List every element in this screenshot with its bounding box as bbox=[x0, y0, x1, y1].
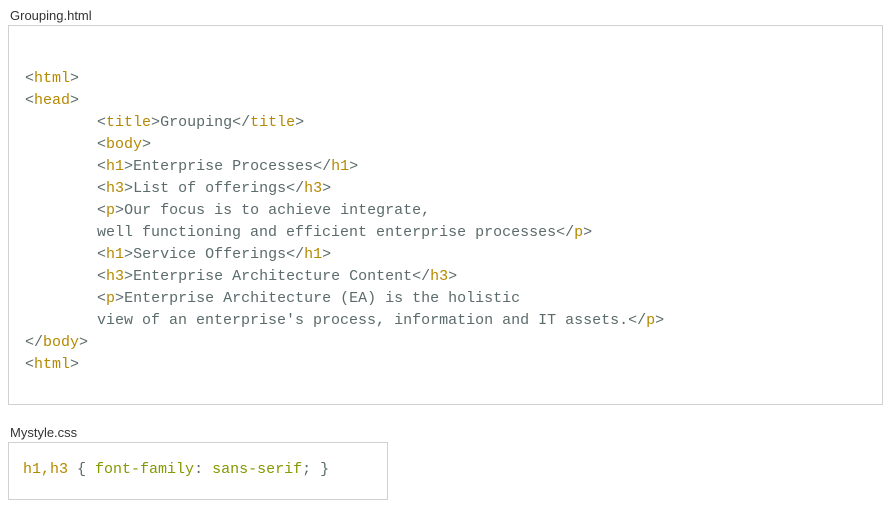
tag-html-close: html bbox=[34, 356, 70, 373]
h3-text-2: Enterprise Architecture Content bbox=[133, 268, 412, 285]
tag-p-open-2: p bbox=[106, 290, 115, 307]
css-selector: h1,h3 bbox=[23, 461, 68, 478]
tag-body-open: body bbox=[106, 136, 142, 153]
css-property: font-family bbox=[95, 461, 194, 478]
tag-p-close-1: p bbox=[574, 224, 583, 241]
file-label-2: Mystyle.css bbox=[8, 425, 883, 440]
h1-text-2: Service Offerings bbox=[133, 246, 286, 263]
tag-body-close: body bbox=[43, 334, 79, 351]
tag-p-close-2: p bbox=[646, 312, 655, 329]
css-value: sans-serif bbox=[212, 461, 302, 478]
file-label-1: Grouping.html bbox=[8, 8, 883, 23]
p-text-2a: Enterprise Architecture (EA) is the holi… bbox=[124, 290, 520, 307]
tag-h1-open-1: h1 bbox=[106, 158, 124, 175]
tag-h1-open-2: h1 bbox=[106, 246, 124, 263]
tag-h1-close-1: h1 bbox=[331, 158, 349, 175]
tag-p-open-1: p bbox=[106, 202, 115, 219]
tag-h3-open-1: h3 bbox=[106, 180, 124, 197]
title-text: Grouping bbox=[160, 114, 232, 131]
code-block-html: <html> <head> <title>Grouping</title> <b… bbox=[8, 25, 883, 405]
h3-text-1: List of offerings bbox=[133, 180, 286, 197]
p-text-1b: well functioning and efficient enterpris… bbox=[97, 224, 556, 241]
tag-h1-close-2: h1 bbox=[304, 246, 322, 263]
tag-html-open: html bbox=[34, 70, 70, 87]
p-text-2b: view of an enterprise's process, informa… bbox=[97, 312, 628, 329]
p-text-1a: Our focus is to achieve integrate, bbox=[124, 202, 430, 219]
tag-h3-open-2: h3 bbox=[106, 268, 124, 285]
tag-h3-close-1: h3 bbox=[304, 180, 322, 197]
tag-head-open: head bbox=[34, 92, 70, 109]
code-block-css: h1,h3 { font-family: sans-serif; } bbox=[8, 442, 388, 500]
tag-title-close: title bbox=[250, 114, 295, 131]
tag-h3-close-2: h3 bbox=[430, 268, 448, 285]
h1-text-1: Enterprise Processes bbox=[133, 158, 313, 175]
tag-title-open: title bbox=[106, 114, 151, 131]
